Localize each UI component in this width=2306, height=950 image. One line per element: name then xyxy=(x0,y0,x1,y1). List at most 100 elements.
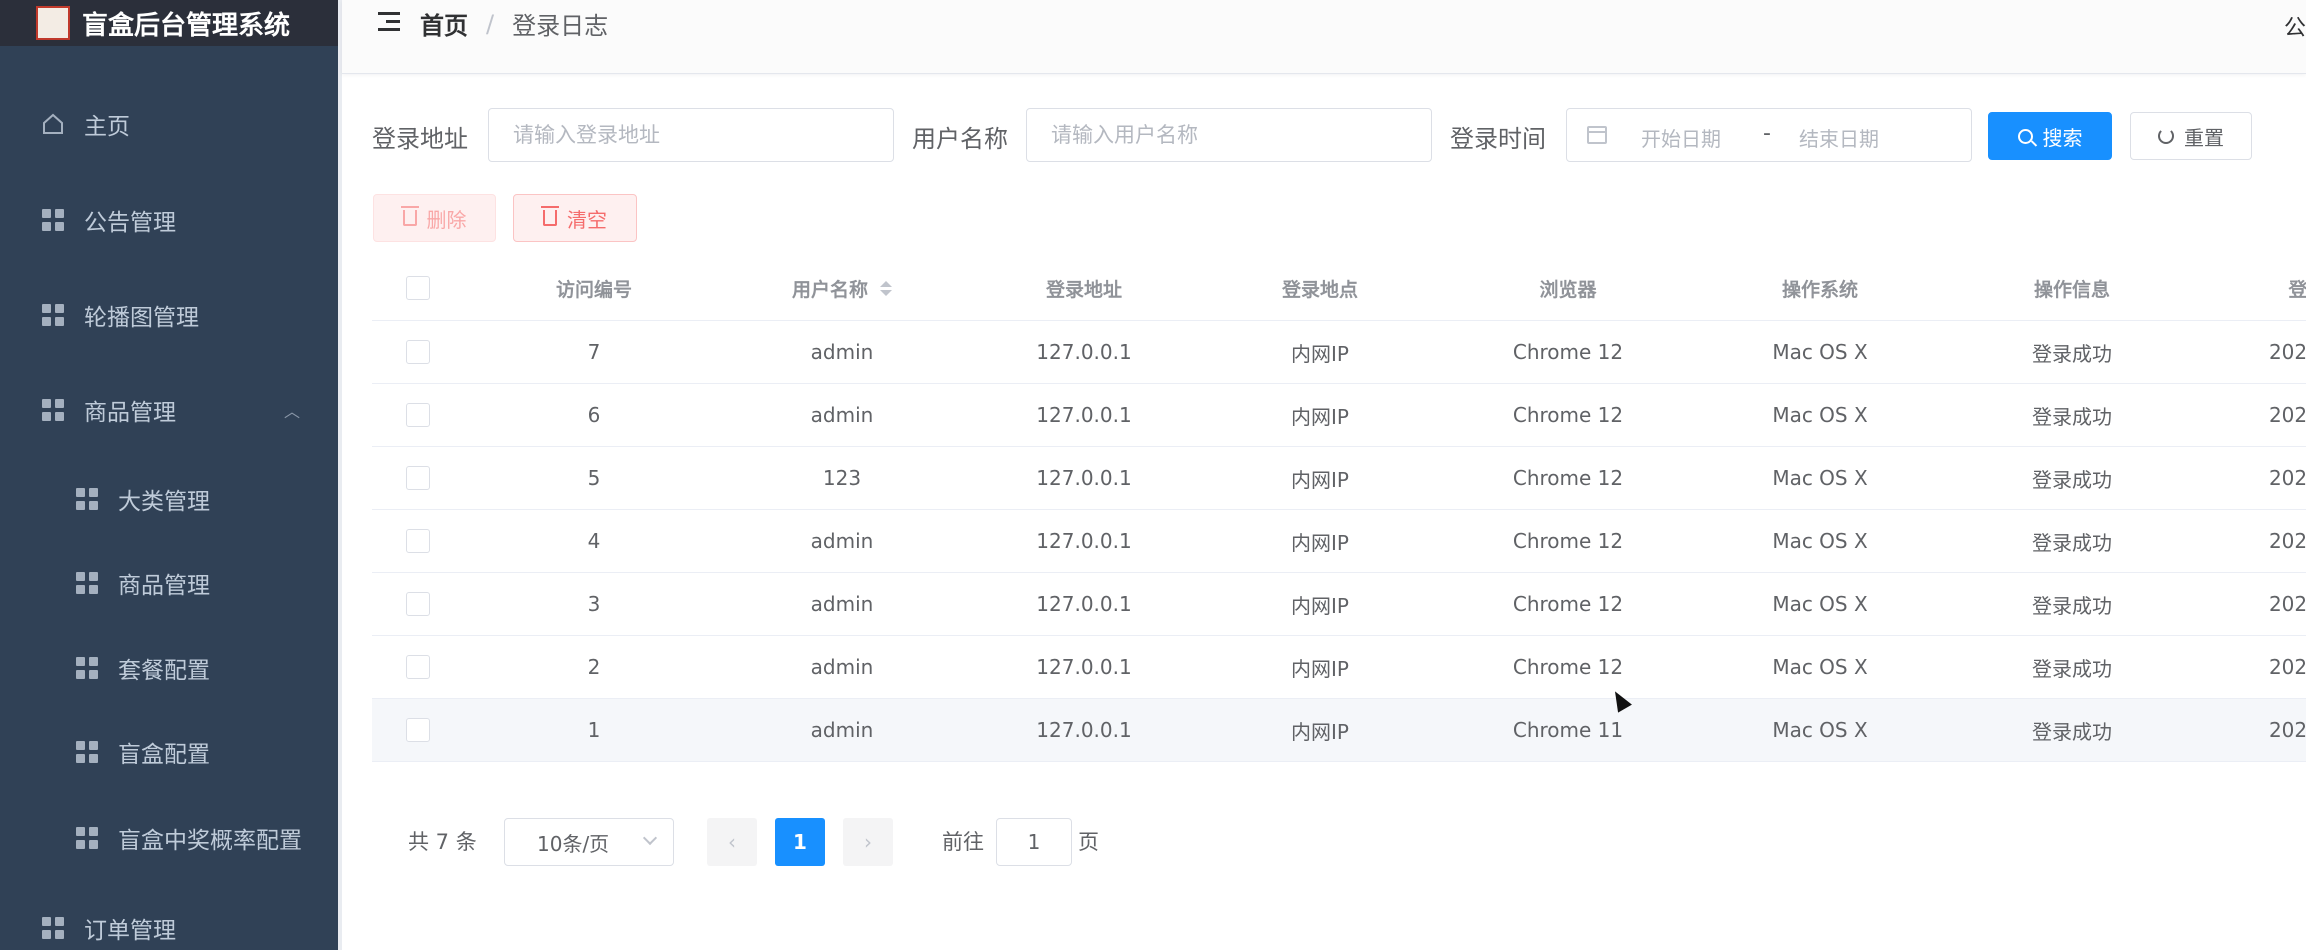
cell-id: 6 xyxy=(587,403,601,427)
row-checkbox[interactable] xyxy=(406,529,430,553)
table-row[interactable]: 4 admin 127.0.0.1 内网IP Chrome 12 Mac OS X 登录成功… xyxy=(372,510,2306,573)
cell-ipaddr: 127.0.0.1 xyxy=(1036,655,1132,679)
cell-message: 登录成功 xyxy=(2032,593,2112,618)
grid-icon xyxy=(42,917,64,939)
sidebar-item-banner[interactable]: 轮播图管理 xyxy=(0,291,338,339)
sidebar-item-blindbox[interactable]: 盲盒配置 xyxy=(0,728,338,776)
col-header-username[interactable]: 用户名称 xyxy=(792,256,893,320)
cell-os: Mac OS X xyxy=(1772,592,1868,616)
row-checkbox[interactable] xyxy=(406,592,430,616)
home-icon xyxy=(43,113,63,134)
page-number-current[interactable]: 1 xyxy=(775,818,825,866)
start-date-input[interactable]: 开始日期 xyxy=(1641,123,1721,152)
cell-location: 内网IP xyxy=(1291,404,1349,429)
row-checkbox[interactable] xyxy=(406,466,430,490)
reset-button-label: 重置 xyxy=(2184,125,2224,150)
reset-button[interactable]: 重置 xyxy=(2130,112,2252,160)
select-all-checkbox[interactable] xyxy=(406,276,430,300)
user-name-label: 用户名称 xyxy=(912,125,1008,153)
cell-ipaddr: 127.0.0.1 xyxy=(1036,529,1132,553)
next-page-button[interactable]: › xyxy=(843,818,893,866)
cell-ipaddr: 127.0.0.1 xyxy=(1036,592,1132,616)
cell-id: 5 xyxy=(587,466,601,490)
sidebar-logo[interactable]: 盲盒后台管理系统 xyxy=(0,0,338,46)
row-checkbox[interactable] xyxy=(406,403,430,427)
sidebar-item-goods[interactable]: 商品管理 ︿ xyxy=(0,386,338,434)
grid-icon xyxy=(42,304,64,326)
sidebar-item-home[interactable]: 主页 xyxy=(0,100,338,148)
grid-icon xyxy=(42,399,64,421)
search-button[interactable]: 搜索 xyxy=(1988,112,2112,160)
table-row[interactable]: 1 admin 127.0.0.1 内网IP Chrome 11 Mac OS X 登录成功… xyxy=(372,699,2306,762)
header-right-text[interactable]: 公 xyxy=(2284,10,2306,42)
cell-ipaddr: 127.0.0.1 xyxy=(1036,403,1132,427)
hamburger-icon[interactable] xyxy=(378,12,402,32)
cell-browser: Chrome 12 xyxy=(1512,466,1624,490)
page-size-value: 10条/页 xyxy=(537,831,610,856)
table-row[interactable]: 3 admin 127.0.0.1 内网IP Chrome 12 Mac OS X 登录成功… xyxy=(372,573,2306,636)
date-range-picker[interactable]: 开始日期 - 结束日期 xyxy=(1566,108,1972,162)
grid-icon xyxy=(42,209,64,231)
cell-username: admin xyxy=(810,718,874,742)
login-addr-label: 登录地址 xyxy=(372,125,468,153)
search-button-label: 搜索 xyxy=(2042,125,2083,150)
grid-icon xyxy=(76,741,98,763)
sidebar-item-goods-manage[interactable]: 商品管理 xyxy=(0,559,338,607)
cell-browser: Chrome 12 xyxy=(1512,340,1624,364)
table-header-row: 访问编号 用户名称 登录地址 登录地点 浏览器 操作系统 操作信息 登 xyxy=(372,256,2306,321)
login-addr-input[interactable] xyxy=(488,108,894,162)
cell-username: admin xyxy=(810,655,874,679)
sidebar-item-label: 大类管理 xyxy=(118,489,210,515)
sidebar-item-package[interactable]: 套餐配置 xyxy=(0,644,338,692)
cell-location: 内网IP xyxy=(1291,719,1349,744)
sidebar-item-orders[interactable]: 订单管理 xyxy=(0,904,338,950)
table-body: 7 admin 127.0.0.1 内网IP Chrome 12 Mac OS X 登录成功… xyxy=(372,321,2306,762)
sort-icon[interactable] xyxy=(880,280,893,296)
sidebar-item-category[interactable]: 大类管理 xyxy=(0,475,338,523)
row-checkbox[interactable] xyxy=(406,718,430,742)
sidebar-item-label: 商品管理 xyxy=(84,400,176,426)
row-checkbox[interactable] xyxy=(406,655,430,679)
sidebar-item-notice[interactable]: 公告管理 xyxy=(0,196,338,244)
cell-username: admin xyxy=(810,529,874,553)
cell-location: 内网IP xyxy=(1291,656,1349,681)
pagination-total: 共 7 条 xyxy=(408,830,477,854)
breadcrumb-separator: / xyxy=(486,9,495,38)
cell-location: 内网IP xyxy=(1291,530,1349,555)
breadcrumb-home[interactable]: 首页 xyxy=(420,6,468,41)
table-row[interactable]: 6 admin 127.0.0.1 内网IP Chrome 12 Mac OS X 登录成功… xyxy=(372,384,2306,447)
cell-ipaddr: 127.0.0.1 xyxy=(1036,718,1132,742)
refresh-icon xyxy=(2158,128,2174,144)
table-row[interactable]: 7 admin 127.0.0.1 内网IP Chrome 12 Mac OS X 登录成功… xyxy=(372,321,2306,384)
table-row[interactable]: 5 123 127.0.0.1 内网IP Chrome 12 Mac OS X 登录成功 20… xyxy=(372,447,2306,510)
grid-icon xyxy=(76,657,98,679)
cell-message: 登录成功 xyxy=(2032,341,2112,366)
cell-os: Mac OS X xyxy=(1772,340,1868,364)
row-checkbox[interactable] xyxy=(406,340,430,364)
table-row[interactable]: 2 admin 127.0.0.1 内网IP Chrome 12 Mac OS X 登录成功… xyxy=(372,636,2306,699)
delete-button[interactable]: 删除 xyxy=(373,194,496,242)
app-title: 盲盒后台管理系统 xyxy=(82,10,291,41)
user-name-input[interactable] xyxy=(1026,108,1432,162)
page-size-select[interactable]: 10条/页 xyxy=(504,818,674,866)
calendar-icon xyxy=(1587,126,1607,144)
trash-icon xyxy=(400,206,419,226)
cell-time: 2024- xyxy=(2268,718,2306,742)
trash-icon xyxy=(541,206,559,226)
cell-time: 2024- xyxy=(2268,403,2306,427)
cell-ipaddr: 127.0.0.1 xyxy=(1036,340,1132,364)
prev-page-button[interactable]: ‹ xyxy=(707,818,757,866)
cell-id: 1 xyxy=(587,718,601,742)
cell-id: 2 xyxy=(587,655,601,679)
cell-time: 2024- xyxy=(2268,340,2306,364)
page-suffix-label: 页 xyxy=(1078,830,1099,854)
clear-button[interactable]: 清空 xyxy=(513,194,637,242)
col-header-browser: 浏览器 xyxy=(1539,278,1597,301)
cell-time: 2024- xyxy=(2268,592,2306,616)
sidebar-item-probability[interactable]: 盲盒中奖概率配置 xyxy=(0,814,338,862)
sidebar-divider xyxy=(338,0,342,950)
cell-username: admin xyxy=(810,403,874,427)
end-date-input[interactable]: 结束日期 xyxy=(1799,123,1879,152)
goto-page-input[interactable] xyxy=(996,818,1072,866)
cell-message: 登录成功 xyxy=(2032,404,2112,429)
